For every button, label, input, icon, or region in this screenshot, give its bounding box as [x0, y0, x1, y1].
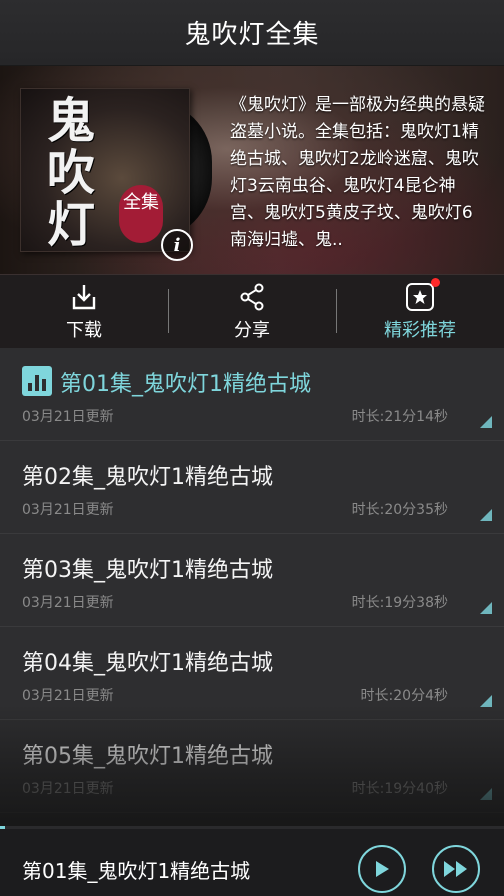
episode-row[interactable]: 第03集_鬼吹灯1精绝古城 03月21日更新 时长:19分38秒 — [0, 534, 504, 627]
episode-row[interactable]: 第02集_鬼吹灯1精绝古城 03月21日更新 时长:20分35秒 — [0, 441, 504, 534]
download-icon — [71, 282, 97, 312]
page-title: 鬼吹灯全集 — [184, 20, 320, 50]
info-icon[interactable]: i — [161, 229, 193, 261]
episode-title: 第04集_鬼吹灯1精绝古城 — [22, 651, 273, 676]
cover-badge: 全集 — [119, 185, 163, 243]
star-icon-wrap — [406, 277, 440, 312]
episode-title: 第02集_鬼吹灯1精绝古城 — [22, 465, 273, 490]
now-playing-icon — [22, 366, 52, 396]
episode-title: 第05集_鬼吹灯1精绝古城 — [22, 744, 273, 769]
more-corner-icon[interactable] — [480, 695, 492, 707]
playback-progress — [0, 826, 6, 829]
more-corner-icon[interactable] — [480, 416, 492, 428]
episode-date: 03月21日更新 — [22, 409, 114, 425]
episode-row[interactable]: 第05集_鬼吹灯1精绝古城 03月21日更新 时长:19分40秒 — [0, 720, 504, 813]
more-corner-icon[interactable] — [480, 788, 492, 800]
share-button[interactable]: 分享 — [168, 275, 336, 348]
episode-date: 03月21日更新 — [22, 781, 114, 797]
mini-player[interactable]: 第01集_鬼吹灯1精绝古城 — [0, 826, 504, 896]
next-button[interactable] — [432, 845, 480, 893]
episode-duration: 时长:21分14秒 — [351, 409, 448, 425]
episode-title: 第01集_鬼吹灯1精绝古城 — [60, 372, 311, 397]
episode-date: 03月21日更新 — [22, 502, 114, 518]
episode-duration: 时长:19分38秒 — [351, 595, 448, 611]
episode-title: 第03集_鬼吹灯1精绝古城 — [22, 558, 273, 583]
star-icon — [406, 277, 440, 311]
more-corner-icon[interactable] — [480, 602, 492, 614]
now-playing-title: 第01集_鬼吹灯1精绝古城 — [22, 859, 251, 883]
play-icon — [376, 861, 389, 877]
episode-row[interactable]: 第01集_鬼吹灯1精绝古城 03月21日更新 时长:21分14秒 — [0, 348, 504, 441]
fast-forward-icon — [444, 861, 467, 877]
action-bar: 下载 分享 精彩推荐 — [0, 274, 504, 348]
app-header: 鬼吹灯全集 — [0, 0, 504, 66]
episode-list[interactable]: 第01集_鬼吹灯1精绝古城 03月21日更新 时长:21分14秒 第02集_鬼吹… — [0, 348, 504, 826]
album-cover[interactable]: 鬼吹灯 全集 i — [20, 88, 193, 261]
download-button[interactable]: 下载 — [0, 275, 168, 348]
play-button[interactable] — [358, 845, 406, 893]
share-icon — [239, 282, 265, 312]
recommend-label: 精彩推荐 — [384, 319, 456, 341]
notification-dot — [431, 277, 440, 287]
episode-duration: 时长:20分4秒 — [360, 688, 448, 704]
more-corner-icon[interactable] — [480, 509, 492, 521]
share-label: 分享 — [234, 319, 270, 341]
episode-duration: 时长:20分35秒 — [351, 502, 448, 518]
episode-duration: 时长:19分40秒 — [351, 781, 448, 797]
episode-date: 03月21日更新 — [22, 688, 114, 704]
episode-date: 03月21日更新 — [22, 595, 114, 611]
recommend-button[interactable]: 精彩推荐 — [336, 275, 504, 348]
album-hero: 鬼吹灯 全集 i 《鬼吹灯》是一部极为经典的悬疑盗墓小说。全集包括：鬼吹灯1精绝… — [0, 66, 504, 274]
album-description[interactable]: 《鬼吹灯》是一部极为经典的悬疑盗墓小说。全集包括：鬼吹灯1精绝古城、鬼吹灯2龙岭… — [230, 92, 488, 254]
episode-row[interactable]: 第04集_鬼吹灯1精绝古城 03月21日更新 时长:20分4秒 — [0, 627, 504, 720]
download-label: 下载 — [66, 319, 102, 341]
cover-title: 鬼吹灯 — [47, 93, 96, 253]
